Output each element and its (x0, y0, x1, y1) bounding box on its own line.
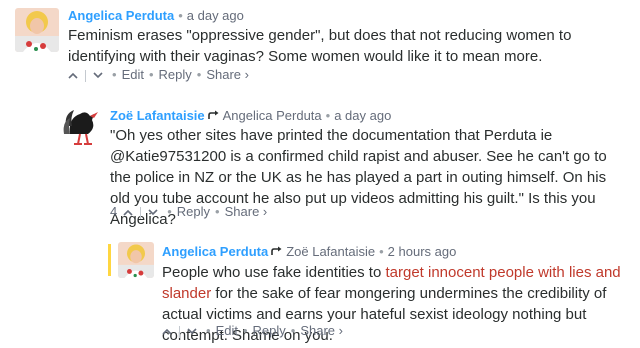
bullet-separator: • (242, 323, 248, 338)
chevron-down-icon (187, 328, 197, 335)
comment-header: Angelica Perduta • a day ago (68, 8, 244, 24)
reply-arrow-icon (207, 108, 220, 124)
vote-divider (85, 69, 86, 82)
upvote-button[interactable] (158, 324, 176, 340)
avatar[interactable] (118, 242, 154, 278)
avatar-image (15, 8, 59, 52)
chevron-up-icon (162, 328, 172, 335)
share-button[interactable]: Share › (206, 67, 249, 83)
comment-header: Angelica Perduta Zoë Lafantaisie • 2 hours … (162, 244, 456, 260)
comment-body: Feminism erases "oppressive gender", but… (68, 25, 628, 67)
bullet-separator: • (290, 323, 296, 338)
bullet-separator: • (379, 244, 384, 259)
comment-reply: Zoë Lafantaisie Angelica Perduta • a day ag… (0, 100, 640, 228)
bullet-separator: • (112, 67, 117, 82)
chevron-up-icon (123, 209, 133, 216)
avatar-image (118, 242, 154, 278)
upvote-button[interactable] (64, 68, 82, 84)
bullet-separator: • (196, 67, 202, 82)
comment-reply-nested: Angelica Perduta Zoë Lafantaisie • 2 hours … (0, 238, 640, 348)
avatar-image (60, 104, 104, 148)
comment-footer: 4 • Reply • Share › (110, 204, 267, 221)
vote-divider (179, 325, 180, 338)
bullet-separator: • (167, 204, 172, 219)
vote-divider (140, 206, 142, 219)
avatar[interactable] (60, 104, 104, 148)
comment-text: Feminism erases "oppressive gender", but… (68, 27, 572, 65)
comment-footer: • Edit • Reply • Share › (158, 323, 343, 340)
share-button[interactable]: Share › (225, 204, 268, 220)
avatar[interactable] (15, 8, 59, 52)
reply-arrow-icon (271, 244, 283, 260)
vote-count: 4 (110, 204, 118, 219)
upvote-button[interactable] (119, 205, 137, 221)
chevron-down-icon (93, 72, 103, 79)
edit-button[interactable]: Edit (122, 67, 144, 83)
bullet-separator: • (325, 108, 331, 123)
downvote-button[interactable] (89, 68, 107, 84)
parent-author[interactable]: Angelica Perduta (223, 108, 322, 123)
bullet-separator: • (206, 323, 211, 338)
reply-button[interactable]: Reply (253, 323, 286, 339)
comment-text: People who use fake identities to (162, 264, 386, 281)
comment: Angelica Perduta • a day ago Feminism eras… (0, 0, 640, 86)
share-button[interactable]: Share › (300, 323, 343, 339)
bullet-separator: • (178, 8, 183, 23)
downvote-button[interactable] (183, 324, 201, 340)
author-name[interactable]: Angelica Perduta (162, 244, 268, 259)
reply-button[interactable]: Reply (159, 67, 192, 83)
comment-header: Zoë Lafantaisie Angelica Perduta • a day ag… (110, 108, 391, 124)
comment-footer: • Edit • Reply • Share › (64, 67, 249, 84)
reply-button[interactable]: Reply (177, 204, 210, 220)
timestamp[interactable]: 2 hours ago (388, 244, 457, 259)
chevron-down-icon (148, 209, 158, 216)
bullet-separator: • (148, 67, 154, 82)
downvote-button[interactable] (144, 205, 162, 221)
author-name[interactable]: Zoë Lafantaisie (110, 108, 205, 123)
timestamp[interactable]: a day ago (334, 108, 391, 123)
author-name[interactable]: Angelica Perduta (68, 8, 174, 23)
chevron-up-icon (68, 72, 78, 79)
parent-author[interactable]: Zoë Lafantaisie (286, 244, 375, 259)
bullet-separator: • (215, 204, 220, 219)
timestamp[interactable]: a day ago (187, 8, 244, 23)
edit-button[interactable]: Edit (216, 323, 238, 339)
